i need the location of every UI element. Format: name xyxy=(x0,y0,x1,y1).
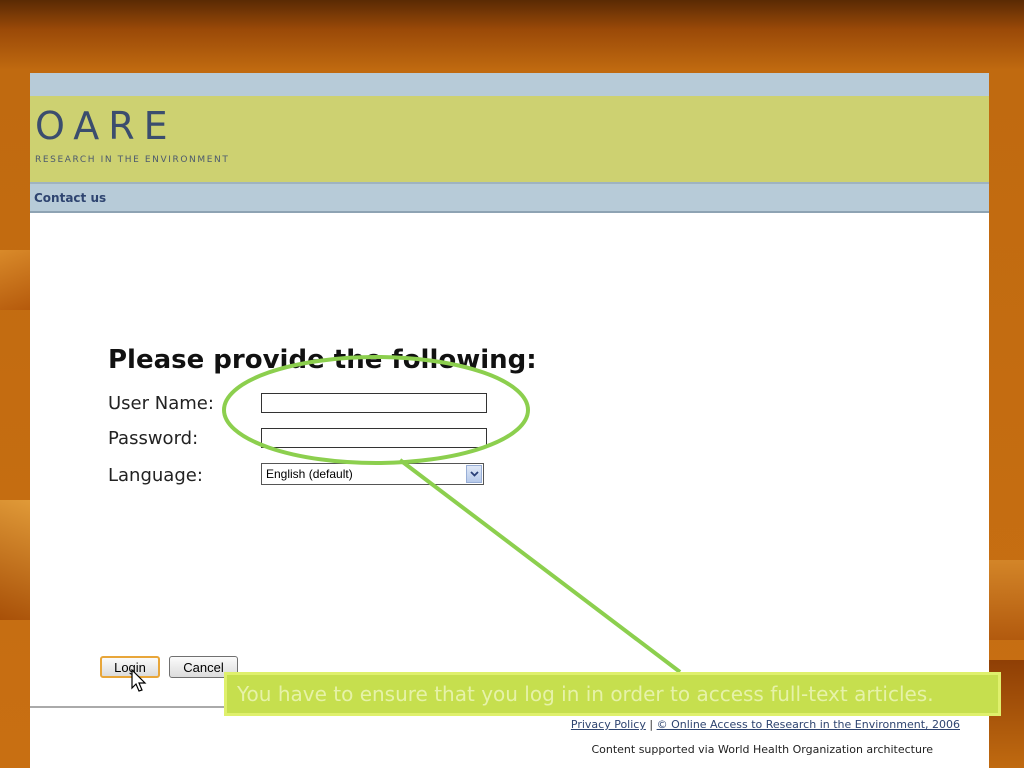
top-strip xyxy=(30,73,989,96)
browser-page: OARE RESEARCH IN THE ENVIRONMENT Contact… xyxy=(30,73,989,768)
background-decoration xyxy=(0,500,30,620)
mouse-cursor-icon xyxy=(131,669,147,692)
footer-credit: Content supported via World Health Organ… xyxy=(591,743,933,756)
username-input[interactable] xyxy=(261,393,487,413)
password-label: Password: xyxy=(108,428,199,449)
chevron-down-icon[interactable] xyxy=(466,465,482,483)
copyright-link[interactable]: © Online Access to Research in the Envir… xyxy=(657,718,960,731)
footer-separator: | xyxy=(649,718,654,731)
callout-text: You have to ensure that you log in in or… xyxy=(237,682,934,706)
site-tagline: RESEARCH IN THE ENVIRONMENT xyxy=(35,155,230,165)
nav-bar: Contact us xyxy=(30,184,989,213)
login-button[interactable]: Login xyxy=(100,656,160,678)
privacy-policy-link[interactable]: Privacy Policy xyxy=(571,718,646,731)
password-input[interactable] xyxy=(261,428,487,448)
language-select[interactable]: English (default) xyxy=(261,463,484,485)
username-label: User Name: xyxy=(108,393,214,414)
footer-links: Privacy Policy | © Online Access to Rese… xyxy=(571,718,960,731)
background-decoration xyxy=(0,250,30,310)
site-logo[interactable]: OARE xyxy=(35,104,177,148)
contact-us-link[interactable]: Contact us xyxy=(34,191,106,205)
callout-box: You have to ensure that you log in in or… xyxy=(224,672,1001,716)
background-decoration xyxy=(989,560,1024,640)
site-header: OARE RESEARCH IN THE ENVIRONMENT xyxy=(30,96,989,184)
language-selected-value: English (default) xyxy=(266,467,353,481)
language-label: Language: xyxy=(108,465,203,486)
form-title: Please provide the following: xyxy=(108,345,537,375)
